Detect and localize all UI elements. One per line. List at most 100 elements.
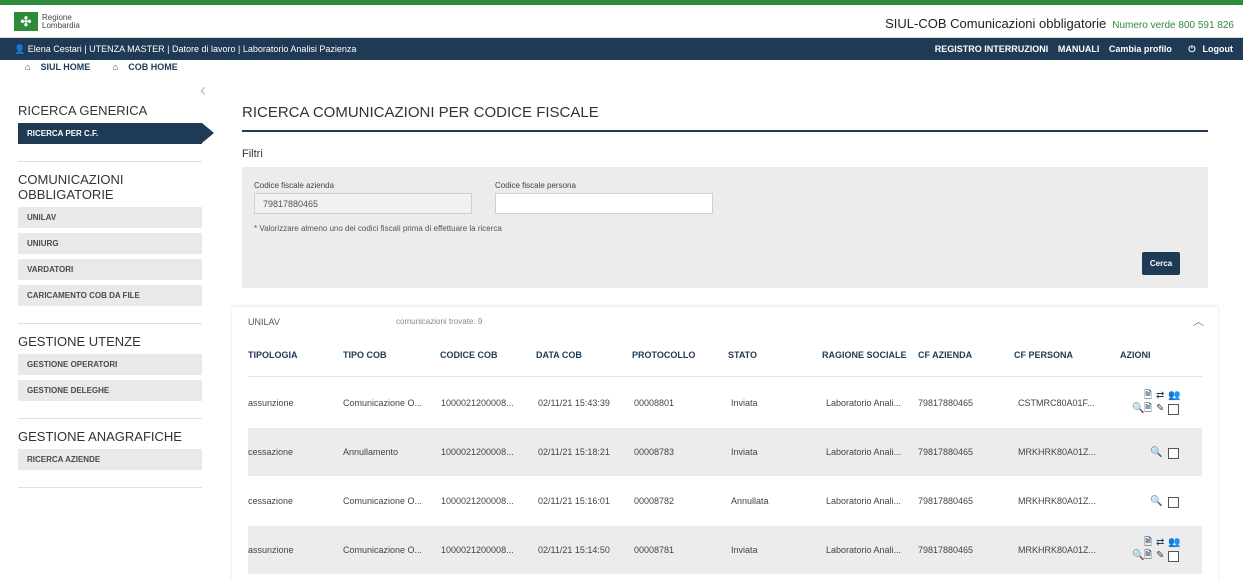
sidebar-section-title: COMUNICAZIONI OBBLIGATORIE: [18, 172, 124, 202]
app-title: SIUL-COB Comunicazioni obbligatorie Numer…: [885, 16, 1234, 31]
breadcrumb: ⌂ SIUL HOME ⌂ COB HOME: [25, 62, 198, 72]
column-header: TIPO COB: [343, 350, 387, 360]
sidebar-item-gestione-deleghe[interactable]: GESTIONE DELEGHE: [18, 380, 202, 401]
search-button[interactable]: Cerca: [1142, 252, 1180, 275]
tipologia-cell: cessazione: [248, 447, 294, 457]
regione-lombardia-logo[interactable]: ✣ Regione Lombardia: [14, 12, 80, 31]
sidebar-item-ricerca-aziende[interactable]: RICERCA AZIENDE: [18, 449, 202, 470]
row-actions: 🔍: [1130, 440, 1190, 466]
filter-note: * Valorizzare almeno uno dei codici fisc…: [254, 224, 502, 233]
app-title-text: SIUL-COB Comunicazioni obbligatorie: [885, 16, 1107, 31]
search-icon[interactable]: 🔍: [1150, 448, 1162, 458]
title-divider: [242, 130, 1208, 132]
ragione-sociale-cell: Laboratorio Anali...: [826, 447, 902, 457]
sidebar-item-vardatori[interactable]: VARDATORI: [18, 259, 202, 280]
row-actions: 🗎 ⇄ 👥 🔍 🗎 ✎: [1130, 538, 1190, 564]
users-icon[interactable]: 👥: [1168, 538, 1180, 548]
tipo-cob-cell: Comunicazione O...: [343, 398, 423, 408]
search-icon[interactable]: 🔍: [1150, 497, 1162, 507]
sidebar-item-unilav[interactable]: UNILAV: [18, 207, 202, 228]
codice-cob-cell: 1000021200008...: [441, 496, 514, 506]
cf-persona-label: Codice fiscale persona: [495, 181, 576, 190]
select-checkbox[interactable]: [1168, 404, 1179, 415]
table-row: assunzione Comunicazione O... 100002120000…: [248, 379, 1202, 427]
transfer-icon[interactable]: ⇄: [1156, 391, 1164, 401]
table-row: cessazione Comunicazione O... 100002120000…: [248, 477, 1202, 525]
table-row: assunzione Comunicazione O... 100002120000…: [248, 526, 1202, 574]
header-divider: [248, 376, 1202, 377]
sidebar-divider: [18, 418, 202, 419]
table-row: cessazione Annullamento 1000021200008... 02…: [248, 428, 1202, 476]
app-header: ✣ Regione Lombardia SIUL-COB Comunicazio…: [0, 5, 1243, 38]
data-cob-cell: 02/11/21 15:18:21: [538, 447, 610, 457]
sidebar-item-uniurg[interactable]: UNIURG: [18, 233, 202, 254]
document-icon[interactable]: 🗎: [1144, 391, 1152, 401]
user-bar: 👤 Elena Cestari | UTENZA MASTER | Datore…: [0, 38, 1243, 60]
phone-number: Numero verde 800 591 826: [1112, 20, 1234, 31]
stato-cell: Inviata: [731, 398, 758, 408]
cf-persona-cell: MRKHRK80A01Z...: [1018, 447, 1097, 457]
sidebar-divider: [18, 323, 202, 324]
results-count: comunicazioni trovate: 9: [396, 317, 483, 326]
search-icon[interactable]: 🔍: [1132, 404, 1144, 414]
tipologia-cell: cessazione: [248, 496, 294, 506]
tipologia-cell: assunzione: [248, 398, 294, 408]
sidebar-section-title: RICERCA GENERICA: [18, 103, 148, 118]
logout-link[interactable]: ⏻ Logout: [1181, 44, 1233, 54]
sidebar-divider: [18, 161, 202, 162]
sidebar-section-title: GESTIONE UTENZE: [18, 334, 141, 349]
sidebar: RICERCA GENERICA RICERCA PER C.F. COMUNI…: [18, 95, 214, 498]
sidebar-divider: [18, 487, 202, 488]
home-icon: ⌂: [112, 62, 119, 72]
collapse-chevron-icon[interactable]: ︿: [1193, 313, 1204, 329]
codice-cob-cell: 1000021200008...: [441, 545, 514, 555]
file-icon[interactable]: 🗎: [1144, 551, 1152, 561]
tipo-cob-cell: Comunicazione O...: [343, 496, 423, 506]
cf-persona-field[interactable]: [495, 193, 713, 214]
search-icon[interactable]: 🔍: [1132, 551, 1144, 561]
edit-icon[interactable]: ✎: [1156, 404, 1164, 414]
column-header: RAGIONE SOCIALE: [822, 350, 907, 360]
select-checkbox[interactable]: [1168, 497, 1179, 508]
stato-cell: Inviata: [731, 545, 758, 555]
users-icon[interactable]: 👥: [1168, 391, 1180, 401]
data-cob-cell: 02/11/21 15:14:50: [538, 545, 610, 555]
filter-panel: Codice fiscale azienda 79817880465 Codic…: [242, 167, 1208, 288]
row-actions: 🗎 ⇄ 👥 🔍 🗎 ✎: [1130, 391, 1190, 417]
column-header: DATA COB: [536, 350, 582, 360]
cf-persona-cell: CSTMRC80A01F...: [1018, 398, 1095, 408]
codice-cob-cell: 1000021200008...: [441, 398, 514, 408]
logo-mark-icon: ✣: [14, 12, 38, 31]
stato-cell: Inviata: [731, 447, 758, 457]
cf-azienda-cell: 79817880465: [918, 496, 974, 506]
row-actions: 🔍: [1130, 489, 1190, 515]
cambia-profilo-link[interactable]: Cambia profilo: [1109, 44, 1172, 54]
cf-persona-cell: MRKHRK80A01Z...: [1018, 496, 1097, 506]
document-icon[interactable]: 🗎: [1144, 538, 1152, 548]
cob-home-link[interactable]: ⌂ COB HOME: [113, 62, 188, 72]
sidebar-item-caricamento[interactable]: CARICAMENTO COB DA FILE: [18, 285, 202, 306]
sidebar-item-gestione-operatori[interactable]: GESTIONE OPERATORI: [18, 354, 202, 375]
tipologia-cell: assunzione: [248, 545, 294, 555]
column-header: CF AZIENDA: [918, 350, 973, 360]
siul-home-link[interactable]: ⌂ SIUL HOME: [25, 62, 100, 72]
column-header: STATO: [728, 350, 757, 360]
cf-azienda-field[interactable]: 79817880465: [254, 193, 472, 214]
transfer-icon[interactable]: ⇄: [1156, 538, 1164, 548]
manuali-link[interactable]: MANUALI: [1058, 44, 1100, 54]
file-icon[interactable]: 🗎: [1144, 404, 1152, 414]
ragione-sociale-cell: Laboratorio Anali...: [826, 496, 902, 506]
column-header: AZIONI: [1120, 350, 1151, 360]
tipo-cob-cell: Annullamento: [343, 447, 399, 457]
select-checkbox[interactable]: [1168, 551, 1179, 562]
select-checkbox[interactable]: [1168, 448, 1179, 459]
protocollo-cell: 00008781: [634, 545, 675, 555]
protocollo-cell: 00008782: [634, 496, 675, 506]
sidebar-item-ricerca-cf[interactable]: RICERCA PER C.F.: [18, 123, 214, 144]
tipo-cob-cell: Comunicazione O...: [343, 545, 423, 555]
edit-icon[interactable]: ✎: [1156, 551, 1164, 561]
results-panel: UNILAV comunicazioni trovate: 9 ︿ TIPOLO…: [232, 306, 1218, 581]
registro-interruzioni-link[interactable]: REGISTRO INTERRUZIONI: [935, 44, 1049, 54]
results-section-title: UNILAV: [248, 317, 280, 327]
column-header: CODICE COB: [440, 350, 498, 360]
